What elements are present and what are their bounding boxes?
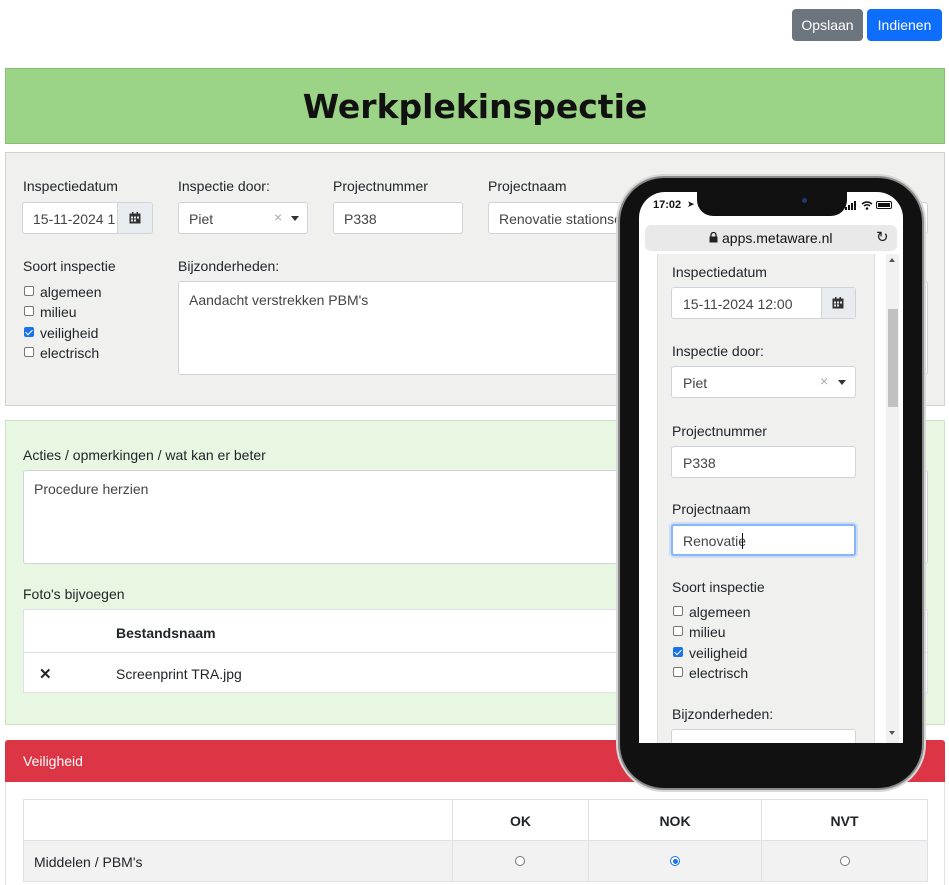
safety-title: Veiligheid: [23, 753, 83, 769]
scrollbar-thumb[interactable]: [888, 309, 898, 407]
date-input[interactable]: 15-11-2024 1: [22, 202, 153, 234]
phone-type-checkbox-0[interactable]: [673, 606, 683, 616]
phone-calendar-button[interactable]: [821, 288, 855, 318]
project-number-label: Projectnummer: [333, 178, 428, 194]
type-option-label: milieu: [40, 304, 77, 320]
type-option-label: algemeen: [40, 284, 102, 300]
phone-time: 17:02: [653, 199, 682, 211]
reload-icon[interactable]: ↻: [876, 228, 889, 246]
radio-nok[interactable]: [670, 856, 680, 866]
details-label: Bijzonderheden:: [178, 258, 280, 274]
phone-type-checkbox-2[interactable]: [673, 647, 683, 657]
chevron-down-icon: [291, 216, 299, 221]
type-checkbox-0[interactable]: [24, 286, 34, 296]
url-bar[interactable]: apps.metaware.nl ↻: [645, 225, 897, 251]
signal-icon: [845, 201, 856, 210]
project-number-value: P338: [344, 211, 377, 227]
date-label: Inspectiedatum: [23, 178, 118, 194]
inspector-value: Piet: [189, 211, 214, 227]
scroll-down-arrow[interactable]: [889, 731, 895, 735]
table-header-cell: OK: [452, 799, 589, 841]
inspector-select[interactable]: Piet ×: [178, 202, 308, 234]
table-header-cell: NOK: [588, 799, 762, 841]
column-nvt: NVT: [830, 813, 859, 829]
column-ok: OK: [510, 813, 531, 829]
phone-mockup: 17:02 ➤ apps.metaware.nl ↻ Inspectiedatu…: [620, 178, 922, 788]
page-title: Werkplekinspectie: [302, 87, 648, 126]
lock-icon: [709, 232, 718, 243]
date-value: 15-11-2024 1: [33, 211, 116, 227]
submit-button[interactable]: Indienen: [867, 9, 942, 41]
clear-icon[interactable]: ×: [820, 373, 828, 389]
phone-project-number-input[interactable]: P338: [671, 446, 856, 478]
type-checkbox-2[interactable]: [24, 327, 34, 337]
row-label: Middelen / PBM's: [34, 854, 143, 870]
calendar-button[interactable]: [117, 203, 152, 233]
clear-icon[interactable]: ×: [274, 209, 282, 225]
phone-scrollbar[interactable]: [886, 254, 899, 743]
phone-inspector-value: Piet: [683, 375, 708, 391]
phone-details-label: Bijzonderheden:: [672, 706, 774, 722]
calendar-icon: [832, 297, 844, 309]
title-banner: Werkplekinspectie: [5, 68, 945, 144]
table-cell: [588, 840, 762, 882]
battery-icon: [876, 201, 892, 209]
phone-date-input[interactable]: 15-11-2024 12:00: [671, 287, 856, 319]
phone-inspector-select[interactable]: Piet ×: [671, 366, 856, 398]
type-option-label: veiligheid: [40, 325, 99, 341]
details-value: Aandacht verstrekken PBM's: [189, 292, 369, 308]
table-row: Middelen / PBM's: [23, 840, 453, 882]
project-number-input[interactable]: P338: [333, 202, 463, 234]
file-name[interactable]: Screenprint TRA.jpg: [116, 666, 242, 682]
location-icon: ➤: [687, 199, 695, 209]
phone-notch: [697, 192, 847, 216]
column-nok: NOK: [659, 813, 691, 829]
camera-icon: [802, 198, 807, 203]
phone-project-name-label: Projectnaam: [672, 501, 751, 517]
type-checkbox-3[interactable]: [24, 347, 34, 357]
project-name-label: Projectnaam: [488, 178, 567, 194]
table-cell: [761, 840, 928, 882]
phone-project-number-value: P338: [683, 455, 716, 471]
type-checkbox-1[interactable]: [24, 306, 34, 316]
table-header-cell: [23, 799, 453, 841]
phone-date-value: 15-11-2024 12:00: [683, 296, 793, 312]
phone-type-checkbox-1[interactable]: [673, 626, 683, 636]
inspector-label: Inspectie door:: [178, 178, 270, 194]
phone-type-option-label: veiligheid: [689, 645, 748, 661]
actions-value: Procedure herzien: [34, 481, 149, 497]
phone-type-checkbox-3[interactable]: [673, 667, 683, 677]
phone-content[interactable]: Inspectiedatum 15-11-2024 12:00 Inspecti…: [657, 254, 875, 743]
table-cell: [452, 840, 589, 882]
phone-project-name-value: Renovatie: [683, 533, 747, 549]
scroll-up-arrow[interactable]: [889, 258, 895, 262]
phone-date-label: Inspectiedatum: [672, 264, 767, 280]
phone-inspector-label: Inspectie door:: [672, 343, 764, 359]
url-text: apps.metaware.nl: [722, 230, 833, 246]
save-button[interactable]: Opslaan: [792, 9, 863, 41]
wifi-icon: [861, 201, 873, 210]
inspection-type-label: Soort inspectie: [23, 258, 116, 274]
calendar-icon: [129, 212, 141, 224]
type-option-label: electrisch: [40, 345, 100, 361]
phone-project-number-label: Projectnummer: [672, 423, 767, 439]
photos-label: Foto's bijvoegen: [23, 586, 125, 602]
phone-type-option-label: electrisch: [689, 665, 749, 681]
phone-type-option-label: algemeen: [689, 604, 751, 620]
file-column-header: Bestandsnaam: [116, 625, 216, 641]
phone-type-option-label: milieu: [689, 624, 726, 640]
table-header-cell: NVT: [761, 799, 928, 841]
text-cursor: [742, 533, 743, 549]
phone-type-label: Soort inspectie: [672, 579, 765, 595]
phone-project-name-input[interactable]: Renovatie: [671, 524, 856, 556]
phone-details-textarea[interactable]: [671, 729, 856, 743]
actions-label: Acties / opmerkingen / wat kan er beter: [23, 447, 266, 463]
chevron-down-icon: [838, 380, 846, 385]
project-name-value: Renovatie stationsen: [499, 211, 630, 227]
phone-screen: 17:02 ➤ apps.metaware.nl ↻ Inspectiedatu…: [639, 192, 903, 743]
radio-ok[interactable]: [515, 856, 525, 866]
remove-file-icon[interactable]: ✕: [39, 665, 52, 683]
radio-nvt[interactable]: [840, 856, 850, 866]
